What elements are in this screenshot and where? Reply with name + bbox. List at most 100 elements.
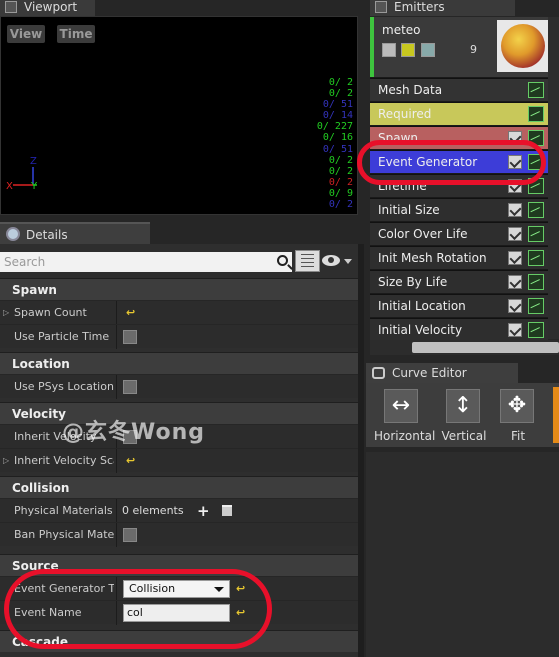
curve-editor-canvas[interactable] bbox=[366, 452, 559, 657]
viewport-icon bbox=[5, 1, 17, 13]
tab-viewport[interactable]: Viewport bbox=[0, 0, 95, 16]
scrollbar-thumb[interactable] bbox=[412, 342, 559, 353]
tool-label: Fit bbox=[510, 429, 526, 443]
fit-button[interactable]: ✥ Fit bbox=[490, 387, 546, 443]
category-location[interactable]: Location bbox=[0, 352, 358, 374]
search-input[interactable]: Search bbox=[0, 252, 292, 272]
particle-stat-line: 0/ 2 bbox=[328, 176, 353, 188]
search-icon[interactable] bbox=[277, 255, 288, 266]
physical-materials-count: 0 elements bbox=[122, 504, 184, 517]
module-enable-checkbox[interactable] bbox=[508, 323, 522, 337]
trash-icon[interactable] bbox=[222, 505, 232, 516]
tab-details[interactable]: Details bbox=[0, 222, 150, 244]
prop-label: Inherit Velocity Scal bbox=[14, 454, 114, 467]
prop-label: Ban Physical Materi bbox=[14, 528, 114, 541]
vertical-arrows-icon: ↕ bbox=[446, 389, 480, 423]
curve-graph-icon[interactable] bbox=[528, 250, 544, 266]
list-view-button[interactable] bbox=[295, 250, 320, 272]
view-button[interactable]: View bbox=[7, 25, 45, 43]
curve-graph-icon[interactable] bbox=[528, 322, 544, 338]
emitter-header[interactable]: meteo 9 bbox=[370, 17, 549, 77]
particle-stat-line: 0/ 9 bbox=[328, 187, 353, 199]
axis-x-label: X bbox=[6, 181, 13, 192]
particle-stat-line: 0/ 51 bbox=[322, 143, 353, 155]
viewport-canvas[interactable]: View Time 0/ 2 0/ 2 0/ 51 0/ 14 0/ 227 0/ 16 0… bbox=[0, 16, 358, 215]
tab-viewport-label: Viewport bbox=[24, 0, 78, 14]
module-item[interactable]: Size By Life bbox=[370, 270, 548, 293]
module-label: Mesh Data bbox=[378, 83, 443, 97]
module-item[interactable]: Required bbox=[370, 102, 548, 125]
module-label: Initial Size bbox=[378, 203, 440, 217]
vertical-fit-button[interactable]: ↕ Vertical bbox=[436, 387, 492, 443]
module-enable-checkbox[interactable] bbox=[508, 251, 522, 265]
watermark-text: @玄冬Wong bbox=[62, 420, 206, 445]
emitters-icon bbox=[375, 1, 387, 13]
search-placeholder: Search bbox=[4, 255, 46, 269]
tab-emitters-label: Emitters bbox=[394, 0, 445, 14]
particle-stat-line: 0/ 227 bbox=[316, 121, 353, 133]
tab-emitters[interactable]: Emitters bbox=[370, 0, 515, 16]
reset-icon[interactable]: ↩ bbox=[126, 301, 135, 325]
module-item[interactable]: Initial Size bbox=[370, 198, 548, 221]
particle-stat-line: 0/ 14 bbox=[322, 110, 353, 122]
emitter-enable-checkbox[interactable] bbox=[382, 43, 396, 57]
prop-spawn-count[interactable]: ▷ Spawn Count ↩ bbox=[0, 300, 358, 325]
module-enable-checkbox[interactable] bbox=[508, 299, 522, 313]
prop-ban-physical-materials: Ban Physical Materi bbox=[0, 522, 358, 547]
use-psys-location-checkbox[interactable] bbox=[123, 380, 137, 394]
time-button[interactable]: Time bbox=[57, 25, 95, 43]
particle-stat-line: 0/ 2 bbox=[328, 154, 353, 166]
tool-label: Horizontal bbox=[374, 429, 436, 443]
particle-stat-line: 0/ 2 bbox=[328, 165, 353, 177]
curve-graph-icon[interactable] bbox=[528, 106, 544, 122]
module-label: Size By Life bbox=[378, 275, 448, 289]
module-enable-checkbox[interactable] bbox=[508, 203, 522, 217]
horizontal-fit-button[interactable]: ↔ Horizontal bbox=[374, 387, 436, 443]
add-element-button[interactable]: + bbox=[197, 499, 210, 523]
module-label: Required bbox=[378, 107, 432, 121]
ban-physical-materials-checkbox[interactable] bbox=[123, 528, 137, 542]
reset-icon[interactable]: ↩ bbox=[126, 449, 135, 473]
curve-graph-icon[interactable] bbox=[528, 298, 544, 314]
module-item[interactable]: Initial Location bbox=[370, 294, 548, 317]
curve-toolbar-accent bbox=[553, 387, 559, 443]
module-item[interactable]: Initial Velocity bbox=[370, 318, 548, 341]
module-item[interactable]: Mesh Data bbox=[370, 78, 548, 101]
prop-inherit-velocity-scale[interactable]: ▷ Inherit Velocity Scal ↩ bbox=[0, 448, 358, 473]
curve-graph-icon[interactable] bbox=[528, 82, 544, 98]
curve-graph-icon[interactable] bbox=[528, 202, 544, 218]
category-spawn[interactable]: Spawn bbox=[0, 278, 358, 300]
details-scrollbar[interactable] bbox=[358, 244, 364, 657]
module-enable-checkbox[interactable] bbox=[508, 275, 522, 289]
eye-icon bbox=[322, 255, 340, 266]
view-options-button[interactable] bbox=[322, 253, 354, 269]
emitter-render-mode-icon[interactable] bbox=[401, 43, 415, 57]
module-item[interactable]: Color Over Life bbox=[370, 222, 548, 245]
prop-use-particle-time: Use Particle Time bbox=[0, 324, 358, 349]
particle-stat-line: 0/ 2 bbox=[328, 77, 353, 88]
particle-stat-line: 0/ 16 bbox=[322, 132, 353, 144]
chevron-down-icon bbox=[344, 259, 352, 264]
emitter-horizontal-scrollbar[interactable] bbox=[370, 340, 559, 355]
emitter-gutter bbox=[548, 17, 559, 339]
annotation-circle-event-generator bbox=[357, 140, 546, 185]
axis-y-label: Y bbox=[31, 181, 38, 192]
curve-graph-icon[interactable] bbox=[528, 274, 544, 290]
module-label: Init Mesh Rotation bbox=[378, 251, 487, 265]
module-enable-checkbox[interactable] bbox=[508, 227, 522, 241]
prop-label: Physical Materials bbox=[14, 504, 113, 517]
curve-editor-icon bbox=[372, 367, 385, 379]
tab-curve-editor[interactable]: Curve Editor bbox=[366, 363, 518, 383]
tool-label: Vertical bbox=[441, 429, 487, 443]
horizontal-arrows-icon: ↔ bbox=[384, 389, 418, 423]
module-item[interactable]: Init Mesh Rotation bbox=[370, 246, 548, 269]
expander-icon[interactable]: ▷ bbox=[3, 301, 9, 325]
curve-editor-toolbar: ↔ Horizontal ↕ Vertical ✥ Fit bbox=[366, 383, 559, 447]
curve-graph-icon[interactable] bbox=[528, 226, 544, 242]
emitter-solo-icon[interactable] bbox=[421, 43, 435, 57]
module-label: Initial Velocity bbox=[378, 323, 463, 337]
expander-icon[interactable]: ▷ bbox=[3, 449, 9, 473]
use-particle-time-checkbox[interactable] bbox=[123, 330, 137, 344]
annotation-circle-source bbox=[4, 569, 272, 649]
category-collision[interactable]: Collision bbox=[0, 476, 358, 498]
